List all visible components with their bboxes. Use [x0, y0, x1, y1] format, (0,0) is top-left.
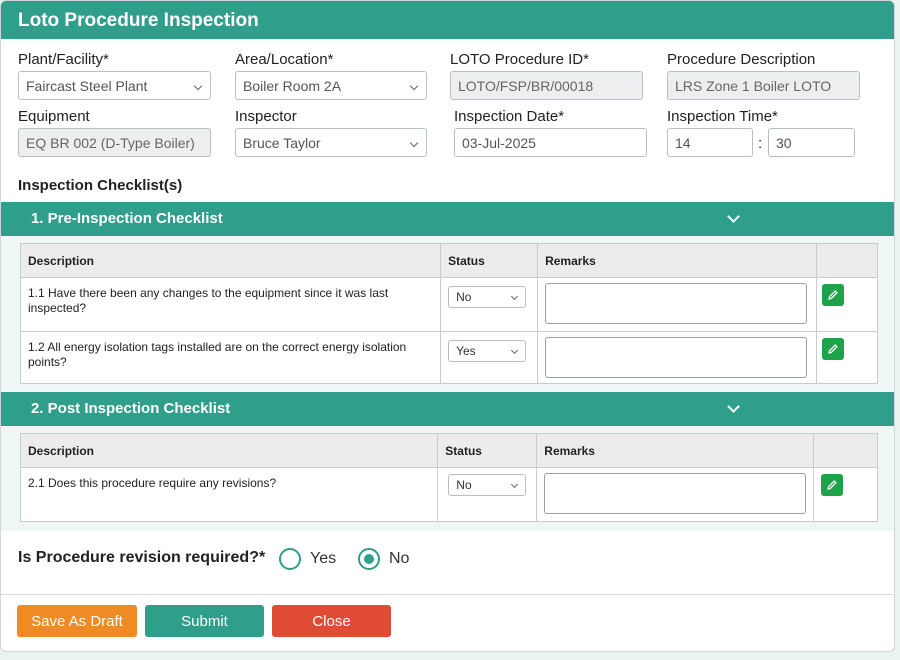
pencil-icon	[828, 290, 838, 300]
revision-no-label[interactable]: No	[389, 550, 409, 568]
col-status: Status	[440, 243, 539, 278]
col-description: Description	[19, 433, 439, 468]
close-button[interactable]: Close	[272, 605, 391, 637]
status-value: Yes	[456, 344, 476, 358]
chevron-down-icon	[409, 81, 419, 91]
status-select[interactable]: Yes	[448, 340, 527, 362]
chevron-down-icon[interactable]	[727, 400, 740, 413]
chevron-down-icon	[193, 81, 203, 91]
table-row: 1.1 Have there been any changes to the e…	[19, 277, 878, 332]
pencil-icon	[827, 480, 838, 490]
row-description: 1.2 All energy isolation tags installed …	[19, 331, 442, 384]
remarks-textarea[interactable]	[545, 283, 808, 324]
post-inspection-title: 2. Post Inspection Checklist	[31, 400, 231, 417]
pre-inspection-title: 1. Pre-Inspection Checklist	[31, 210, 223, 227]
table-row: 2.1 Does this procedure require any revi…	[19, 467, 878, 522]
revision-yes-label[interactable]: Yes	[310, 550, 336, 568]
inspector-select[interactable]: Bruce Taylor	[235, 128, 427, 157]
remarks-textarea[interactable]	[544, 473, 807, 514]
row-description: 2.1 Does this procedure require any revi…	[19, 467, 439, 522]
status-value: No	[456, 478, 472, 492]
date-label: Inspection Date*	[454, 108, 565, 125]
plant-label: Plant/Facility*	[18, 51, 109, 68]
col-remarks: Remarks	[537, 243, 818, 278]
minute-value: 30	[776, 135, 792, 151]
procedure-desc-label: Procedure Description	[667, 51, 816, 68]
date-input[interactable]: 03-Jul-2025	[454, 128, 647, 157]
revision-no-radio[interactable]	[358, 548, 380, 570]
equipment-label: Equipment	[18, 108, 90, 125]
inspector-label: Inspector	[235, 108, 297, 125]
footer-divider	[1, 594, 894, 595]
pre-inspection-header[interactable]: 1. Pre-Inspection Checklist	[1, 202, 894, 236]
plant-select[interactable]: Faircast Steel Plant	[18, 71, 211, 100]
equipment-value: EQ BR 002 (D-Type Boiler)	[26, 135, 195, 151]
col-description: Description	[19, 243, 442, 278]
hour-input[interactable]: 14	[667, 128, 753, 157]
plant-value: Faircast Steel Plant	[26, 78, 148, 94]
minute-input[interactable]: 30	[768, 128, 855, 157]
post-inspection-table: Description Status Remarks 2.1 Does this…	[19, 433, 878, 522]
procedure-desc-value: LRS Zone 1 Boiler LOTO	[675, 78, 832, 94]
col-actions	[816, 243, 878, 278]
chevron-down-icon	[511, 292, 519, 301]
edit-button[interactable]	[822, 284, 845, 306]
post-inspection-header[interactable]: 2. Post Inspection Checklist	[1, 392, 894, 426]
submit-button[interactable]: Submit	[145, 605, 264, 637]
procedure-id-label: LOTO Procedure ID*	[450, 51, 589, 68]
hour-value: 14	[675, 135, 691, 151]
date-value: 03-Jul-2025	[462, 135, 536, 151]
row-description: 1.1 Have there been any changes to the e…	[19, 277, 442, 332]
remarks-textarea[interactable]	[545, 337, 808, 378]
table-row: 1.2 All energy isolation tags installed …	[19, 331, 878, 384]
area-label: Area/Location*	[235, 51, 334, 68]
area-select[interactable]: Boiler Room 2A	[235, 71, 427, 100]
col-remarks: Remarks	[536, 433, 815, 468]
equipment-field: EQ BR 002 (D-Type Boiler)	[18, 128, 211, 157]
window-title: Loto Procedure Inspection	[1, 1, 894, 39]
time-label: Inspection Time*	[667, 108, 778, 125]
time-separator: :	[758, 135, 763, 152]
pre-inspection-table: Description Status Remarks 1.1 Have ther…	[19, 243, 878, 384]
pre-inspection-panel: Description Status Remarks 1.1 Have ther…	[1, 236, 894, 393]
revision-yes-radio[interactable]	[279, 548, 301, 570]
post-inspection-panel: Description Status Remarks 2.1 Does this…	[1, 426, 894, 531]
procedure-id-value: LOTO/FSP/BR/00018	[458, 78, 594, 94]
chevron-down-icon	[409, 138, 419, 148]
chevron-down-icon[interactable]	[727, 210, 740, 223]
status-select[interactable]: No	[448, 474, 527, 496]
col-actions	[813, 433, 878, 468]
status-select[interactable]: No	[448, 286, 527, 308]
save-draft-button[interactable]: Save As Draft	[17, 605, 137, 637]
inspection-window: Loto Procedure Inspection Plant/Facility…	[0, 0, 895, 652]
inspector-value: Bruce Taylor	[243, 135, 321, 151]
edit-button[interactable]	[821, 474, 844, 496]
chevron-down-icon	[511, 346, 519, 355]
col-status: Status	[437, 433, 538, 468]
area-value: Boiler Room 2A	[243, 78, 342, 94]
procedure-id-field: LOTO/FSP/BR/00018	[450, 71, 643, 100]
pencil-icon	[828, 344, 838, 354]
procedure-desc-field: LRS Zone 1 Boiler LOTO	[667, 71, 860, 100]
chevron-down-icon	[511, 480, 519, 489]
status-value: No	[456, 290, 472, 304]
checklists-heading: Inspection Checklist(s)	[18, 177, 183, 194]
revision-question: Is Procedure revision required?*	[18, 549, 266, 566]
edit-button[interactable]	[822, 338, 845, 360]
